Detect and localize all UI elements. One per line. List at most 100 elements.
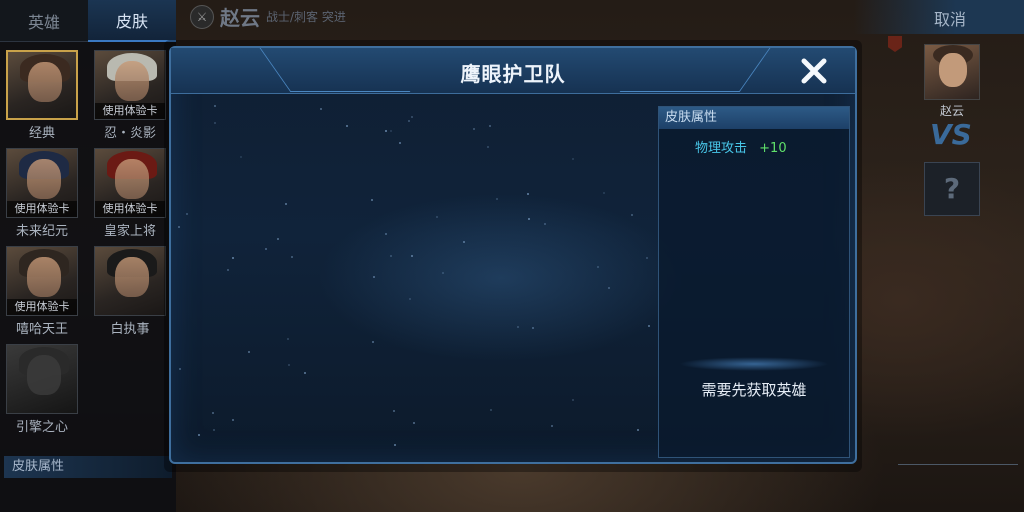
star-particle [551,425,553,427]
skin-attributes-panel: 皮肤属性 物理攻击 +10 需要先获取英雄 [658,106,850,458]
starfield-preview [175,98,655,458]
star-particle [436,216,438,218]
star-particle [411,255,413,257]
star-particle [527,193,529,195]
requirement-note: 需要先获取英雄 [701,381,807,399]
skin-item-future[interactable]: 使用体验卡 未来纪元 [6,148,78,239]
tab-skin[interactable]: 皮肤 [88,0,176,42]
skin-name: 忍・炎影 [103,126,156,141]
star-particle [240,156,242,158]
skin-thumbnail[interactable] [6,50,78,120]
hero-class-icon: ⚔ [190,4,214,29]
star-particle [603,192,605,194]
skin-thumbnail[interactable]: 使用体验卡 [6,148,78,218]
player-portrait[interactable] [924,44,980,100]
star-particle [371,199,373,201]
star-particle [394,444,396,446]
trial-card-tag: 使用体验卡 [95,201,165,217]
attribute-row: 物理攻击 +10 [659,137,849,156]
star-particle [637,429,639,431]
modal-header: 鹰眼护卫队 [171,48,855,94]
skin-attributes-footer[interactable]: 皮肤属性 [4,456,172,478]
cancel-bar: 取消 [854,0,1024,34]
star-particle [489,125,491,127]
star-particle [528,218,530,220]
skin-thumbnail[interactable]: 使用体验卡 [6,246,78,316]
skin-item-butler[interactable]: 白执事 [94,246,166,337]
hero-name: 赵云 [220,6,260,30]
star-particle [186,213,188,215]
skin-item-classic[interactable]: 经典 [6,50,78,141]
close-button[interactable] [797,54,831,88]
star-particle [373,276,375,278]
skin-item-royal[interactable]: 使用体验卡 皇家上将 [94,148,166,239]
star-particle [232,419,234,421]
star-particle [277,238,279,240]
star-particle [198,434,200,436]
skin-item-ninja[interactable]: 使用体验卡 忍・炎影 [94,50,166,141]
star-particle [213,429,215,431]
skin-thumbnail[interactable] [94,246,166,316]
star-particle [487,146,489,148]
trial-card-tag: 使用体验卡 [7,201,77,217]
star-particle [413,422,415,424]
skin-name: 未来纪元 [15,224,68,239]
star-particle [442,272,444,274]
trial-card-tag: 使用体验卡 [95,103,165,119]
star-particle [346,125,348,127]
star-particle [390,255,392,257]
star-particle [572,158,574,160]
star-particle [304,372,306,374]
star-particle [227,269,229,271]
cancel-button[interactable]: 取消 [934,6,966,30]
unknown-opponent-slot: ? [924,162,980,216]
star-particle [390,130,392,132]
player-hero-name: 赵云 [939,104,964,118]
star-particle [646,257,648,259]
star-particle [490,409,492,411]
star-particle [463,241,465,243]
star-particle [385,233,387,235]
star-particle [597,266,599,268]
skin-list-panel: 英雄 皮肤 经典 使用体验卡 忍・炎影 使用体验卡 未来纪元 使用体验卡 皇家上… [0,0,176,512]
star-particle [411,116,413,118]
left-tab-bar: 英雄 皮肤 [0,0,176,42]
skin-name: 嘻哈天王 [15,322,68,337]
skin-thumbnail[interactable]: 使用体验卡 [94,50,166,120]
star-particle [409,298,411,300]
star-particle [179,368,181,370]
star-particle [393,410,395,412]
attribute-name: 物理攻击 [695,141,748,156]
star-particle [572,399,574,401]
star-particle [372,341,374,343]
star-particle [399,142,401,144]
glow-divider [679,357,829,371]
skin-detail-modal: 鹰眼护卫队 皮肤属性 物理攻击 +10 需要先获取英雄 [169,46,857,464]
modal-title: 鹰眼护卫队 [460,62,566,86]
attribute-value: +10 [759,141,787,156]
star-particle [288,364,290,366]
hero-roles: 战士/刺客 突进 [266,10,346,24]
skin-name: 经典 [28,126,55,141]
star-particle [631,214,633,216]
star-particle [532,327,534,329]
tab-hero[interactable]: 英雄 [0,0,88,42]
star-particle [320,108,322,110]
skin-thumbnail[interactable] [6,344,78,414]
hero-header: ⚔ 赵云 战士/刺客 突进 [190,2,346,31]
star-particle [214,122,216,124]
skin-name: 皇家上将 [103,224,156,239]
star-particle [285,203,287,205]
vs-label: VS [930,118,972,151]
trial-card-tag: 使用体验卡 [7,299,77,315]
star-particle [517,326,519,328]
star-particle [232,257,234,259]
skin-item-engine[interactable]: 引擎之心 [6,344,78,435]
star-particle [496,198,498,200]
star-particle [385,130,387,132]
divider [898,464,1018,465]
close-icon [801,58,827,84]
skin-item-hiphop[interactable]: 使用体验卡 嘻哈天王 [6,246,78,337]
skin-name: 引擎之心 [15,420,68,435]
skin-thumbnail[interactable]: 使用体验卡 [94,148,166,218]
